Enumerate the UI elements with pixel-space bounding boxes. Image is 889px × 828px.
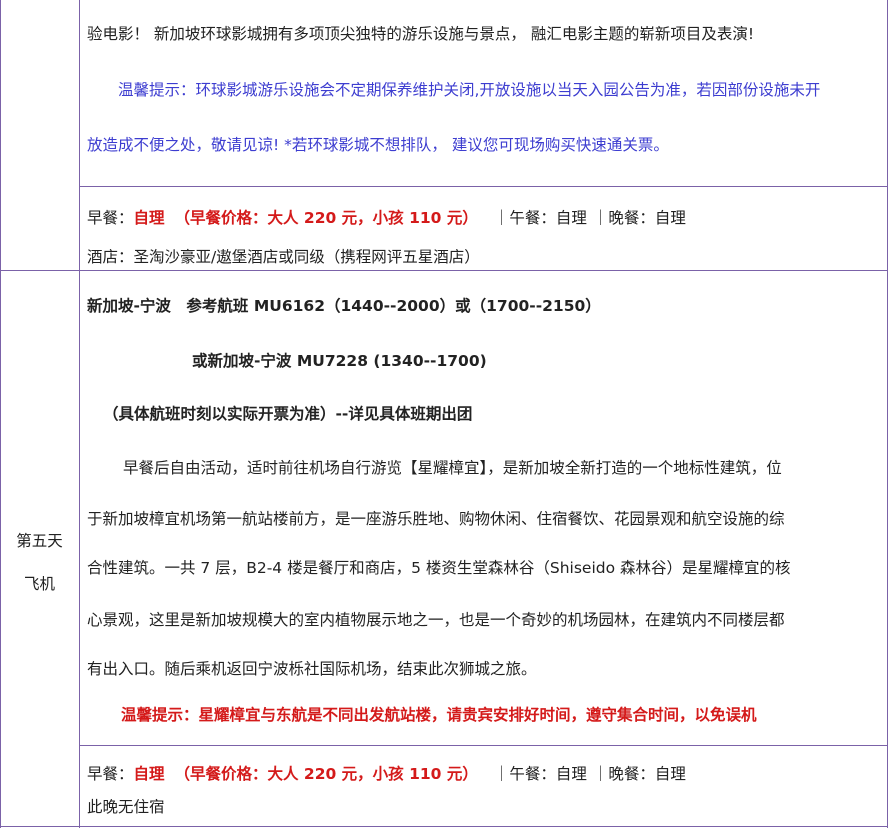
transport-label: 飞机 bbox=[23, 575, 55, 593]
day5-paragraph-line-1: 早餐后自由活动，适时前往机场自行游览【星耀樟宜】，是新加坡全新打造的一个地标性建… bbox=[123, 459, 782, 477]
day5-paragraph-line-2: 于新加坡樟宜机场第一航站楼前方，是一座游乐胜地、购物休闲、住宿餐饮、花园景观和航… bbox=[87, 510, 785, 528]
dinner-info: ｜晚餐：自理 bbox=[592, 765, 686, 783]
breakfast-price: （早餐价格：大人 220 元，小孩 110 元） bbox=[174, 765, 478, 783]
meals-row-2: 早餐：自理 （早餐价格：大人 220 元，小孩 110 元） ｜午餐：自理 ｜晚餐：自… bbox=[87, 764, 686, 784]
breakfast-price: （早餐价格：大人 220 元，小孩 110 元） bbox=[174, 209, 478, 227]
row-divider-meals-1 bbox=[79, 186, 888, 187]
column-divider bbox=[79, 0, 80, 828]
hotel-info-2: 此晚无住宿 bbox=[87, 798, 165, 816]
hotel-info-1: 酒店：圣淘沙豪亚/遨堡酒店或同级（携程网评五星酒店） bbox=[87, 248, 480, 266]
meals-row-1: 早餐：自理 （早餐价格：大人 220 元，小孩 110 元） ｜午餐：自理 ｜晚餐：自… bbox=[87, 208, 686, 228]
breakfast-value: 自理 bbox=[133, 209, 165, 227]
flight-option-2: 或新加坡-宁波 MU7228 (1340--1700) bbox=[192, 352, 487, 370]
breakfast-value: 自理 bbox=[133, 765, 165, 783]
table-border-left bbox=[0, 0, 1, 828]
row-divider-day5 bbox=[0, 270, 888, 271]
day4-description-line: 验电影！ 新加坡环球影城拥有多项顶尖独特的游乐设施与景点， 融汇电影主题的崭新项… bbox=[87, 25, 755, 43]
day-label: 第五天 bbox=[16, 532, 63, 550]
row-divider-meals-2 bbox=[79, 745, 888, 746]
day4-tip-line-2: 放造成不便之处，敬请见谅! *若环球影城不想排队， 建议您可现场购买快速通关票。 bbox=[87, 136, 669, 154]
day5-paragraph-line-4: 心景观，这里是新加坡规模大的室内植物展示地之一，也是一个奇妙的机场园林，在建筑内… bbox=[87, 611, 785, 629]
day5-paragraph-line-5: 有出入口。随后乘机返回宁波栎社国际机场，结束此次狮城之旅。 bbox=[87, 660, 537, 678]
table-border-bottom bbox=[0, 826, 888, 827]
breakfast-label: 早餐： bbox=[87, 209, 134, 227]
flight-note: （具体航班时刻以实际开票为准）--详见具体班期出团 bbox=[103, 405, 473, 423]
breakfast-label: 早餐： bbox=[87, 765, 134, 783]
dinner-info: ｜晚餐：自理 bbox=[592, 209, 686, 227]
flight-option-1: 新加坡-宁波 参考航班 MU6162（1440--2000）或（1700--21… bbox=[87, 297, 601, 315]
lunch-info: ｜午餐：自理 bbox=[493, 209, 587, 227]
departure-warning: 温馨提示：星耀樟宜与东航是不同出发航站楼，请贵宾安排好时间，遵守集合时间，以免误… bbox=[121, 706, 757, 724]
day4-tip-line-1: 温馨提示：环球影城游乐设施会不定期保养维护关闭,开放设施以当天入园公告为准，若因… bbox=[118, 81, 821, 99]
lunch-info: ｜午餐：自理 bbox=[493, 765, 587, 783]
day5-paragraph-line-3: 合性建筑。一共 7 层，B2-4 楼是餐厅和商店，5 楼资生堂森林谷（Shise… bbox=[87, 559, 791, 577]
table-border-right bbox=[887, 0, 888, 828]
